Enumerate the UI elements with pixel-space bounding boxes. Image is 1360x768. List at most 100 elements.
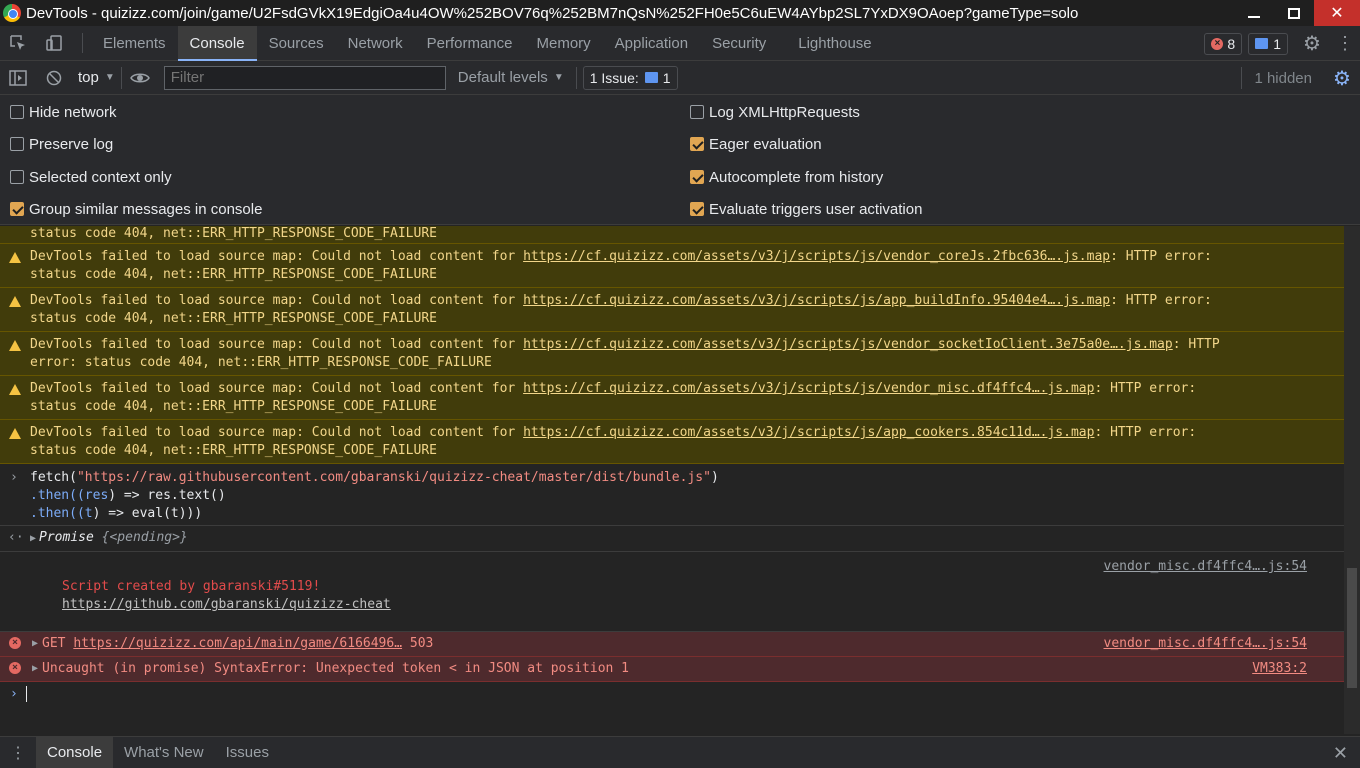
scrollbar-thumb[interactable] [1347,568,1357,688]
preserve-log-setting[interactable]: Preserve log [10,134,113,154]
source-link[interactable]: VM383:2 [1252,661,1307,676]
eager-eval-label: Eager evaluation [709,135,822,153]
code-param: res [84,488,109,503]
customize-menu-button[interactable]: ⋮ [1330,26,1360,61]
tab-console[interactable]: Console [177,25,257,61]
warning-text: DevTools failed to load source map: Coul… [30,381,524,396]
devtools-tabbar: Elements Console Sources Network Perform… [0,25,1360,61]
device-toolbar-button[interactable] [36,26,72,61]
chevron-right-icon: › [10,470,18,485]
expand-triangle-icon[interactable]: ▶ [32,638,38,649]
tabbar-separator [82,33,83,53]
settings-gear-button[interactable]: ⚙ [1294,26,1330,61]
close-drawer-button[interactable]: ✕ [1333,743,1348,764]
drawer-tab-issues[interactable]: Issues [215,737,280,768]
issues-button[interactable]: 1 Issue: 1 [582,65,678,90]
warning-message: DevTools failed to load source map: Coul… [0,288,1344,332]
drawer-menu-button[interactable]: ⋮ [0,737,36,768]
log-xhr-setting[interactable]: Log XMLHttpRequests [690,102,860,122]
tab-elements[interactable]: Elements [91,26,178,61]
selected-context-setting[interactable]: Selected context only [10,167,172,187]
minimize-icon [1248,16,1260,18]
warning-text: status code 404, net::ERR_HTTP_RESPONSE_… [30,226,437,241]
code-param: t [84,506,93,521]
tab-security[interactable]: Security [700,26,778,61]
context-selector[interactable]: top ▼ [72,61,121,95]
warning-text: DevTools failed to load source map: Coul… [30,293,524,308]
log-levels-dropdown[interactable]: Default levels ▼ [446,61,576,95]
warning-link[interactable]: https://cf.quizizz.com/assets/v3/j/scrip… [523,293,1110,308]
console-scrollbar[interactable] [1344,226,1360,734]
warning-link[interactable]: https://cf.quizizz.com/assets/v3/j/scrip… [523,381,1094,396]
warning-link[interactable]: https://cf.quizizz.com/assets/v3/j/scrip… [523,337,1173,352]
filter-input[interactable] [163,65,446,90]
result-arrow-icon: ‹· [8,530,24,545]
drawer-tab-console[interactable]: Console [36,736,114,768]
warning-message: status code 404, net::ERR_HTTP_RESPONSE_… [0,226,1344,244]
message-count-badge[interactable]: 1 [1248,32,1288,55]
log-link[interactable]: https://github.com/gbaranski/quizizz-che… [62,596,1344,614]
warning-icon [9,340,21,351]
console-prompt[interactable]: › [0,682,1344,710]
preserve-log-checkbox[interactable] [10,137,24,151]
window-title: DevTools - quizizz.com/join/game/U2FsdGV… [26,4,1079,22]
warning-link[interactable]: https://cf.quizizz.com/assets/v3/j/scrip… [523,425,1094,440]
hidden-count: 1 hidden [1254,69,1312,87]
eager-eval-setting[interactable]: Eager evaluation [690,134,822,154]
inspect-element-button[interactable] [0,26,36,61]
eval-triggers-setting[interactable]: Evaluate triggers user activation [690,199,922,219]
clear-console-button[interactable] [36,61,72,95]
console-messages[interactable]: status code 404, net::ERR_HTTP_RESPONSE_… [0,226,1344,734]
autocomplete-checkbox[interactable] [690,170,704,184]
hide-network-setting[interactable]: Hide network [10,102,117,122]
error-text: Uncaught (in promise) SyntaxError: Unexp… [42,661,629,676]
log-xhr-checkbox[interactable] [690,105,704,119]
console-settings-button[interactable]: ⚙ [1324,61,1360,95]
expand-triangle-icon[interactable]: ▶ [30,533,36,544]
eval-triggers-checkbox[interactable] [690,202,704,216]
tab-performance[interactable]: Performance [415,26,525,61]
autocomplete-setting[interactable]: Autocomplete from history [690,167,883,187]
error-link[interactable]: https://quizizz.com/api/main/game/616649… [73,636,402,651]
warning-suffix: : HTTP error: [1094,381,1197,396]
eager-eval-checkbox[interactable] [690,137,704,151]
console-toolbar: top ▼ Default levels ▼ 1 Issue: 1 1 hidd… [0,61,1360,95]
group-similar-setting[interactable]: Group similar messages in console [10,199,262,219]
warning-link[interactable]: https://cf.quizizz.com/assets/v3/j/scrip… [523,249,1110,264]
error-count-badge[interactable]: × 8 [1204,32,1243,55]
minimize-button[interactable] [1234,0,1274,26]
gear-icon: ⚙ [1333,67,1351,90]
hide-network-checkbox[interactable] [10,105,24,119]
kebab-icon: ⋮ [1336,33,1354,53]
toolbar-separator [575,66,577,89]
error-count: 8 [1227,35,1236,52]
maximize-button[interactable] [1274,0,1314,26]
warning-text: DevTools failed to load source map: Coul… [30,337,524,352]
warning-message: DevTools failed to load source map: Coul… [0,376,1344,420]
tab-application[interactable]: Application [603,26,700,61]
code-body: ) => eval(t))) [92,506,203,521]
error-icon: × [9,637,21,649]
chrome-logo-icon [3,4,21,22]
window-titlebar: DevTools - quizizz.com/join/game/U2FsdGV… [0,0,1360,26]
chevron-right-icon: › [10,686,18,702]
show-sidebar-button[interactable] [0,61,36,95]
console-result[interactable]: ‹· ▶ Promise {<pending>} [0,526,1344,552]
inspect-icon [10,35,25,50]
tab-sources[interactable]: Sources [257,26,336,61]
autocomplete-label: Autocomplete from history [709,168,884,186]
tab-lighthouse[interactable]: Lighthouse [786,26,883,61]
code-paren: ) [710,470,719,485]
live-expression-button[interactable] [122,61,158,95]
source-link[interactable]: vendor_misc.df4ffc4….js:54 [1104,636,1308,651]
tab-network[interactable]: Network [336,26,415,61]
tab-memory[interactable]: Memory [525,26,603,61]
source-link[interactable]: vendor_misc.df4ffc4….js:54 [1104,558,1308,576]
warning-text: DevTools failed to load source map: Coul… [30,249,524,264]
window-controls: ✕ [1234,0,1360,26]
expand-triangle-icon[interactable]: ▶ [32,663,38,674]
close-window-button[interactable]: ✕ [1314,0,1360,26]
drawer-tab-whats-new[interactable]: What's New [113,737,215,768]
group-similar-checkbox[interactable] [10,202,24,216]
selected-context-checkbox[interactable] [10,170,24,184]
